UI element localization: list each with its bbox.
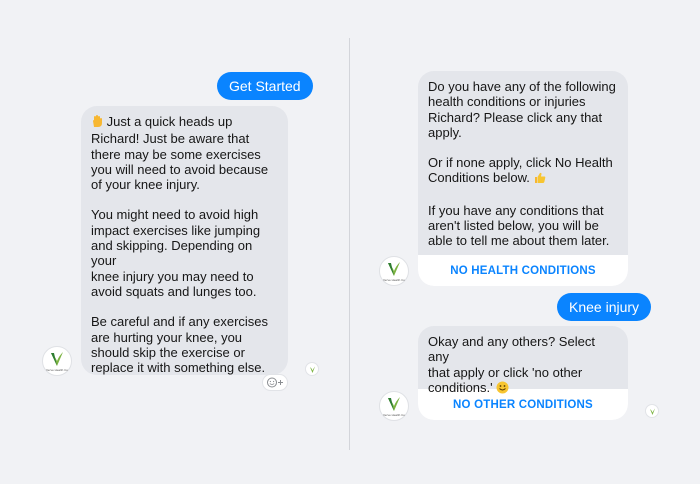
user-message-text: Get Started bbox=[229, 78, 301, 94]
bot-paragraph-text: Or if none apply, click No Health Condit… bbox=[428, 155, 613, 186]
avatar-caption: Verve Health Co bbox=[383, 278, 405, 282]
thumbs-up-emoji-icon bbox=[534, 172, 546, 187]
bot-message-heads-up: Just a quick heads up Richard! Just be a… bbox=[81, 106, 288, 375]
user-message-get-started: Get Started bbox=[217, 72, 313, 100]
bot-paragraph: Do you have any of the following health … bbox=[428, 79, 616, 140]
no-health-conditions-button[interactable]: NO HEALTH CONDITIONS bbox=[418, 254, 628, 286]
bot-avatar: Verve Health Co bbox=[379, 391, 409, 421]
avatar-caption: Verve Health Co bbox=[46, 368, 68, 372]
bot-message-health-conditions: Do you have any of the following health … bbox=[418, 71, 628, 286]
bot-avatar: Verve Health Co bbox=[42, 346, 72, 376]
bot-avatar: Verve Health Co bbox=[379, 256, 409, 286]
bot-message-any-others: Okay and any others? Select any that app… bbox=[418, 326, 628, 420]
avatar-caption: Verve Health Co bbox=[383, 413, 405, 417]
bot-paragraph: Just a quick heads up Richard! Just be a… bbox=[91, 114, 278, 192]
logo-avatar-icon bbox=[388, 262, 400, 276]
column-divider bbox=[349, 38, 350, 450]
logo-avatar-icon bbox=[51, 352, 63, 366]
bot-paragraph-text: Okay and any others? Select any that app… bbox=[428, 334, 595, 395]
user-message-text: Knee injury bbox=[569, 299, 640, 315]
bot-paragraph-text: Just a quick heads up Richard! Just be a… bbox=[91, 114, 269, 193]
bot-paragraph: If you have any conditions that aren't l… bbox=[428, 202, 610, 249]
bot-paragraph: Be careful and if any exercises are hurt… bbox=[91, 314, 278, 375]
user-message-knee-injury: Knee injury bbox=[557, 293, 652, 321]
raised-hand-emoji-icon bbox=[91, 115, 103, 131]
bot-paragraph: You might need to avoid high impact exer… bbox=[91, 207, 261, 299]
seen-receipt-icon bbox=[645, 404, 659, 418]
seen-receipt-icon bbox=[305, 362, 319, 376]
logo-avatar-icon bbox=[388, 397, 400, 411]
add-reaction-icon[interactable] bbox=[262, 374, 288, 391]
bot-paragraph-text: Be careful and if any exercises are hurt… bbox=[91, 314, 269, 375]
bot-paragraph: Or if none apply, click No Health Condit… bbox=[428, 155, 618, 188]
